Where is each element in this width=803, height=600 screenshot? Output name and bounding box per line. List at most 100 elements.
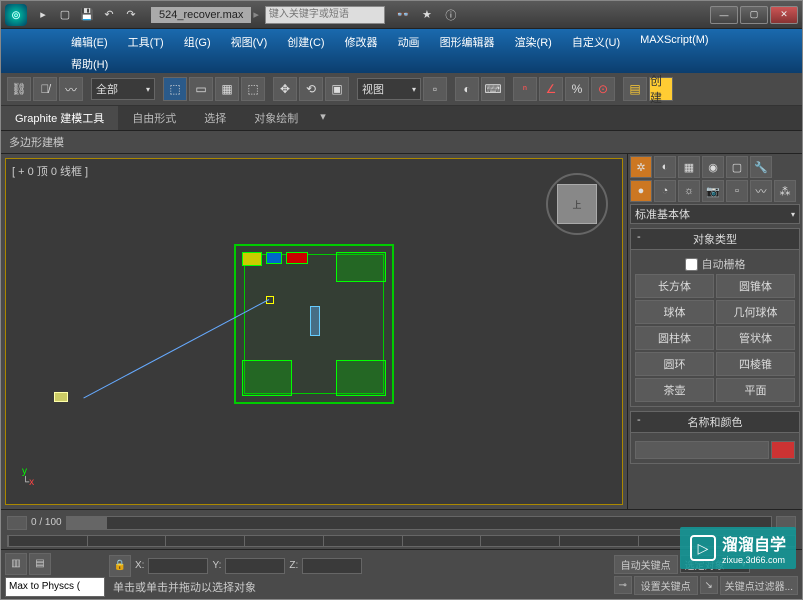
setkey-button[interactable]: 设置关键点 — [634, 576, 698, 595]
minimize-button[interactable]: — — [710, 6, 738, 24]
window-crossing-icon[interactable]: ⬚ — [241, 77, 265, 101]
menu-graph-editors[interactable]: 图形编辑器 — [430, 31, 505, 53]
pivot-icon[interactable]: ▫ — [423, 77, 447, 101]
geom-torus[interactable]: 圆环 — [635, 352, 714, 376]
geom-cone[interactable]: 圆锥体 — [716, 274, 795, 298]
scene-room-outline[interactable] — [234, 244, 394, 404]
curve-editor-icon[interactable]: ▥ — [5, 553, 27, 575]
time-slider[interactable] — [66, 516, 772, 530]
ribbon-dropdown-icon[interactable]: ▾ — [312, 106, 334, 130]
menu-view[interactable]: 视图(V) — [221, 31, 278, 53]
select-icon[interactable]: ⬚ — [163, 77, 187, 101]
refcoord-combo[interactable]: 视图 — [357, 78, 421, 100]
spacewarps-icon[interactable]: 〰 — [750, 180, 772, 202]
x-coord-input[interactable] — [148, 558, 208, 574]
angle-snap-icon[interactable]: ∠ — [539, 77, 563, 101]
menu-edit[interactable]: 编辑(E) — [61, 31, 118, 53]
motion-panel-icon[interactable]: ◉ — [702, 156, 724, 178]
select-region-icon[interactable]: ▦ — [215, 77, 239, 101]
rollout-name-color[interactable]: -名称和颜色 — [630, 411, 800, 433]
systems-icon[interactable]: ⁂ — [774, 180, 796, 202]
create-panel-icon[interactable]: ✲ — [630, 156, 652, 178]
ribbon-tab-freeform[interactable]: 自由形式 — [118, 106, 190, 130]
autokey-button[interactable]: 自动关键点 — [614, 555, 678, 574]
named-sel-icon[interactable]: ▤ — [623, 77, 647, 101]
help-icon[interactable]: ★ — [417, 5, 437, 25]
maxscript-listener[interactable]: Max to Physcs ( — [5, 577, 105, 597]
menu-modifiers[interactable]: 修改器 — [335, 31, 388, 53]
spinner-snap-icon[interactable]: ⊙ — [591, 77, 615, 101]
z-coord-input[interactable] — [302, 558, 362, 574]
document-tab[interactable]: 524_recover.max — [151, 7, 251, 23]
menu-tools[interactable]: 工具(T) — [118, 31, 174, 53]
info-icon[interactable]: ⓘ — [441, 5, 461, 25]
geometry-icon[interactable]: ● — [630, 180, 652, 202]
display-panel-icon[interactable]: ▢ — [726, 156, 748, 178]
keymode-icon[interactable]: ↘ — [700, 576, 718, 594]
select-name-icon[interactable]: ▭ — [189, 77, 213, 101]
new-icon[interactable]: ▸ — [33, 5, 53, 25]
save-icon[interactable]: 💾 — [77, 5, 97, 25]
link-icon[interactable]: ⛓ — [7, 77, 31, 101]
ribbon-tab-paint[interactable]: 对象绘制 — [240, 106, 312, 130]
shapes-icon[interactable]: ◔ — [654, 180, 676, 202]
snap-icon[interactable]: ⁿ — [513, 77, 537, 101]
geom-geosphere[interactable]: 几何球体 — [716, 300, 795, 324]
utilities-panel-icon[interactable]: 🔧 — [750, 156, 772, 178]
time-prev-icon[interactable] — [7, 516, 27, 530]
ribbon-tab-graphite[interactable]: Graphite 建模工具 — [1, 106, 118, 130]
keyboard-shortcuts-icon[interactable]: ⌨ — [481, 77, 505, 101]
viewcube[interactable]: 上 — [542, 169, 612, 239]
close-button[interactable]: ✕ — [770, 6, 798, 24]
trackbar[interactable] — [7, 535, 796, 547]
menu-customize[interactable]: 自定义(U) — [562, 31, 630, 53]
geom-cylinder[interactable]: 圆柱体 — [635, 326, 714, 350]
cameras-icon[interactable]: 📷 — [702, 180, 724, 202]
dope-sheet-icon[interactable]: ▤ — [29, 553, 51, 575]
autogrid-checkbox[interactable] — [685, 258, 698, 271]
time-slider-handle[interactable] — [67, 517, 107, 529]
redo-icon[interactable]: ↷ — [121, 5, 141, 25]
menu-render[interactable]: 渲染(R) — [505, 31, 562, 53]
maximize-button[interactable]: ▢ — [740, 6, 768, 24]
geom-box[interactable]: 长方体 — [635, 274, 714, 298]
menu-help[interactable]: 帮助(H) — [61, 53, 802, 75]
menu-maxscript[interactable]: MAXScript(M) — [630, 31, 718, 49]
ribbon-subpanel-polymodel[interactable]: 多边形建模 — [1, 131, 802, 154]
category-combo[interactable]: 标准基本体 — [630, 204, 800, 224]
move-icon[interactable]: ✥ — [273, 77, 297, 101]
viewport-top[interactable]: [ + 0 顶 0 线框 ] 上 — [5, 158, 623, 505]
y-coord-input[interactable] — [225, 558, 285, 574]
rollout-object-type[interactable]: -对象类型 — [630, 228, 800, 250]
unlink-icon[interactable]: ⛓̸ — [33, 77, 57, 101]
tab-dropdown-icon[interactable]: ▸ — [253, 8, 259, 21]
geom-pyramid[interactable]: 四棱锥 — [716, 352, 795, 376]
rotate-icon[interactable]: ⟲ — [299, 77, 323, 101]
viewport-label[interactable]: [ + 0 顶 0 线框 ] — [12, 163, 88, 179]
create-selection-icon[interactable]: 创建 — [649, 77, 673, 101]
helpers-icon[interactable]: ▫ — [726, 180, 748, 202]
object-color-swatch[interactable] — [771, 441, 795, 459]
geom-tube[interactable]: 管状体 — [716, 326, 795, 350]
ribbon-tab-selection[interactable]: 选择 — [190, 106, 240, 130]
lock-selection-icon[interactable]: 🔒 — [109, 555, 131, 577]
open-icon[interactable]: ▢ — [55, 5, 75, 25]
app-logo[interactable]: ⊚ — [5, 4, 27, 26]
keyfilter-button[interactable]: 关键点过滤器... — [720, 576, 798, 595]
menu-group[interactable]: 组(G) — [174, 31, 221, 53]
lights-icon[interactable]: ☼ — [678, 180, 700, 202]
binoculars-icon[interactable]: 👓 — [393, 5, 413, 25]
selection-filter-combo[interactable]: 全部 — [91, 78, 155, 100]
geom-sphere[interactable]: 球体 — [635, 300, 714, 324]
bind-spacewarp-icon[interactable]: 〰 — [59, 77, 83, 101]
scale-icon[interactable]: ▣ — [325, 77, 349, 101]
menu-create[interactable]: 创建(C) — [277, 31, 334, 53]
object-name-input[interactable] — [635, 441, 769, 459]
undo-icon[interactable]: ↶ — [99, 5, 119, 25]
percent-snap-icon[interactable]: % — [565, 77, 589, 101]
modify-panel-icon[interactable]: ◐ — [654, 156, 676, 178]
menu-animation[interactable]: 动画 — [388, 31, 430, 53]
scene-camera-icon[interactable] — [54, 392, 68, 402]
manipulate-icon[interactable]: ◐ — [455, 77, 479, 101]
search-input[interactable] — [265, 6, 385, 24]
